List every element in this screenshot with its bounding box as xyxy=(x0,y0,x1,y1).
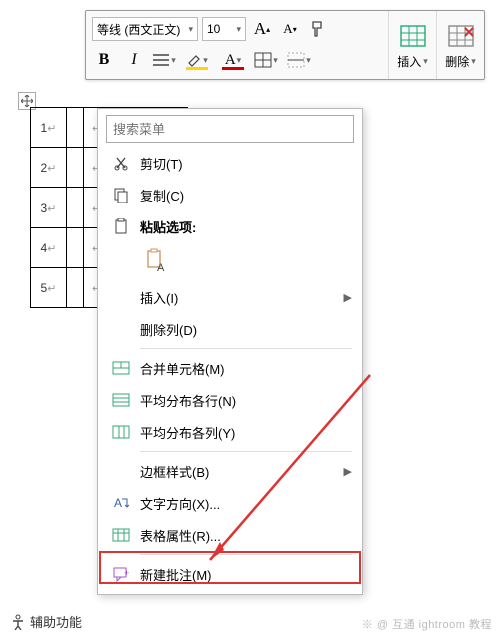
doc-title-fragment xyxy=(0,0,500,10)
menu-item-new-comment[interactable]: + 新建批注(M) xyxy=(98,558,362,590)
submenu-arrow-icon: ▶ xyxy=(344,291,352,304)
decrease-font-icon: A xyxy=(283,21,292,37)
align-button[interactable]: ▾ xyxy=(152,48,176,72)
menu-item-insert[interactable]: 插入(I) ▶ xyxy=(98,281,362,313)
bold-icon: B xyxy=(99,51,110,69)
mini-toolbar: 等线 (西文正文) ▾ 10 ▾ A▴ A▾ B I ▾ xyxy=(85,10,485,80)
delete-label: 删除 xyxy=(445,53,469,70)
distribute-cols-icon xyxy=(108,425,134,439)
menu-item-distribute-cols[interactable]: 平均分布各列(Y) xyxy=(98,416,362,448)
menu-search-input[interactable] xyxy=(106,115,354,143)
menu-item-merge-cells[interactable]: 合并单元格(M) xyxy=(98,352,362,384)
text-direction-icon: A xyxy=(108,495,134,511)
italic-icon: I xyxy=(131,51,136,69)
menu-item-distribute-rows[interactable]: 平均分布各行(N) xyxy=(98,384,362,416)
svg-text:A: A xyxy=(157,262,165,274)
paste-option-text[interactable]: A xyxy=(140,245,172,277)
font-color-button[interactable]: A ▾ xyxy=(218,48,248,72)
menu-item-border-style[interactable]: 边框样式(B) ▶ xyxy=(98,455,362,487)
menu-item-text-direction[interactable]: A 文字方向(X)... xyxy=(98,487,362,519)
chevron-down-icon: ▾ xyxy=(188,24,193,35)
highlighter-icon xyxy=(186,53,202,67)
menu-item-paste-options: 粘贴选项: xyxy=(98,211,362,241)
highlight-button[interactable]: ▾ xyxy=(182,48,212,72)
align-icon xyxy=(152,53,170,67)
context-menu: 剪切(T) 复制(C) 粘贴选项: A 插入(I) ▶ 删除列(D) 合并单元格… xyxy=(97,108,363,595)
table-grid-icon xyxy=(254,52,272,68)
increase-font-icon: A xyxy=(254,19,266,39)
increase-font-button[interactable]: A▴ xyxy=(250,17,274,41)
delete-table-icon xyxy=(447,21,475,53)
menu-item-table-properties[interactable]: 表格属性(R)... xyxy=(98,519,362,551)
font-color-icon: A xyxy=(225,52,236,69)
copy-icon xyxy=(108,187,134,203)
paintbrush-icon xyxy=(309,20,327,38)
insert-label: 插入 xyxy=(397,53,421,70)
watermark: ※ @ 互通 ightroom 教程 xyxy=(362,616,492,632)
bold-button[interactable]: B xyxy=(92,48,116,72)
font-family-value: 等线 (西文正文) xyxy=(97,21,180,38)
insert-group[interactable]: 插入▾ xyxy=(388,11,436,79)
border-icon xyxy=(287,52,305,68)
table-button[interactable]: ▾ xyxy=(254,48,278,72)
format-painter-button[interactable] xyxy=(306,17,330,41)
menu-item-delete-column[interactable]: 删除列(D) xyxy=(98,313,362,345)
menu-separator xyxy=(140,348,352,349)
comment-icon: + xyxy=(108,566,134,582)
border-button[interactable]: ▾ xyxy=(284,48,314,72)
distribute-rows-icon xyxy=(108,393,134,407)
table-properties-icon xyxy=(108,528,134,542)
submenu-arrow-icon: ▶ xyxy=(344,465,352,478)
merge-cells-icon xyxy=(108,361,134,375)
clipboard-icon xyxy=(108,218,134,234)
chevron-down-icon: ▾ xyxy=(236,24,241,35)
menu-separator xyxy=(140,554,352,555)
svg-text:+: + xyxy=(124,568,129,578)
font-size-combo[interactable]: 10 ▾ xyxy=(202,17,246,41)
menu-item-copy[interactable]: 复制(C) xyxy=(98,179,362,211)
menu-separator xyxy=(140,451,352,452)
decrease-font-button[interactable]: A▾ xyxy=(278,17,302,41)
paste-text-icon: A xyxy=(144,249,168,273)
accessibility-icon xyxy=(10,614,26,630)
move-icon xyxy=(21,95,33,107)
font-family-combo[interactable]: 等线 (西文正文) ▾ xyxy=(92,17,198,41)
italic-button[interactable]: I xyxy=(122,48,146,72)
status-bar-accessibility[interactable]: 辅助功能 xyxy=(10,612,82,631)
scissors-icon xyxy=(108,155,134,171)
delete-group[interactable]: 删除▾ xyxy=(436,11,484,79)
menu-item-cut[interactable]: 剪切(T) xyxy=(98,147,362,179)
svg-text:A: A xyxy=(114,496,122,510)
font-size-value: 10 xyxy=(207,22,220,36)
insert-table-icon xyxy=(399,21,427,53)
